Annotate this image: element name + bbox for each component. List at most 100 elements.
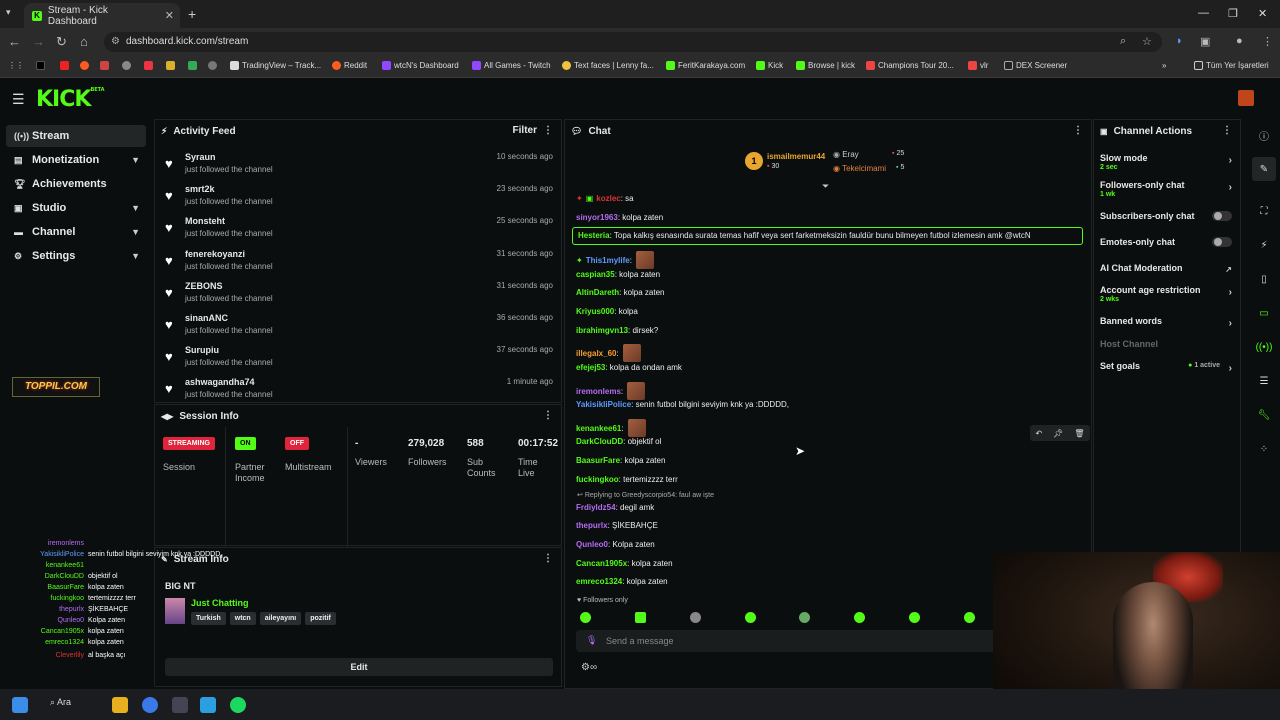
spotify-icon[interactable] bbox=[230, 697, 246, 713]
file-explorer-icon[interactable] bbox=[112, 697, 128, 713]
set-goals-item[interactable]: Set goals ● 1 active › bbox=[1100, 361, 1232, 374]
profile-icon[interactable]: ● bbox=[1236, 35, 1243, 47]
sidebar-item-stream[interactable]: ((•)) Stream bbox=[6, 125, 146, 147]
chat-username[interactable]: emreco1324 bbox=[576, 577, 622, 586]
apps-rail-icon[interactable]: ⁘ bbox=[1252, 437, 1276, 461]
follower-name[interactable]: sinanANC bbox=[185, 313, 228, 323]
chat-username[interactable]: kenankee61 bbox=[576, 424, 621, 433]
sidebar-item-monetization[interactable]: ▤ Monetization ▼ bbox=[6, 149, 146, 171]
chat-message[interactable]: BaasurFare: kolpa zaten bbox=[576, 456, 665, 465]
chat-message[interactable]: ✦ This1mylife: bbox=[576, 251, 654, 269]
bookmark-text-faces[interactable]: Text faces | Lenny fa... bbox=[562, 61, 654, 70]
zoom-icon[interactable]: ⌕ bbox=[1120, 35, 1126, 48]
follower-name[interactable]: Syraun bbox=[185, 152, 216, 162]
bookmark-gmail-icon[interactable] bbox=[100, 61, 109, 70]
chat-message[interactable]: caspian35: kolpa zaten bbox=[576, 270, 660, 279]
bookmark-globe-icon[interactable] bbox=[122, 61, 131, 70]
bookmark-browse-kick[interactable]: Browse | kick bbox=[796, 61, 855, 70]
bookmark-wtcn-dashboard[interactable]: wtcN's Dashboard bbox=[382, 61, 459, 70]
pin-icon[interactable]: 📌︎ bbox=[1053, 429, 1063, 438]
chat-username[interactable]: This1mylife bbox=[586, 256, 630, 265]
emotes-only-toggle[interactable] bbox=[1212, 237, 1232, 247]
chat-message[interactable]: ✦ ▣ kozlec: sa bbox=[576, 194, 634, 203]
document-icon[interactable]: ▯ bbox=[1252, 267, 1276, 291]
filter-button[interactable]: Filter bbox=[513, 125, 537, 136]
wrench-icon[interactable]: 🔧︎ bbox=[1252, 403, 1276, 427]
bookmark-youtube-icon[interactable] bbox=[60, 61, 69, 70]
browser-menu-icon[interactable]: ⋮ bbox=[1262, 35, 1273, 48]
chat-message[interactable]: YakisikliPolice: senin futbol bilgini se… bbox=[576, 400, 789, 409]
chat-message[interactable]: Cancan1905x: kolpa zaten bbox=[576, 559, 673, 568]
emote-icon[interactable] bbox=[854, 612, 866, 623]
app-icon[interactable] bbox=[172, 697, 188, 713]
list-icon[interactable]: ☰ bbox=[1252, 369, 1276, 393]
emote-icon[interactable] bbox=[744, 612, 756, 623]
bookmark-star-icon[interactable]: ☆ bbox=[1142, 35, 1152, 48]
follower-name[interactable]: Surupiu bbox=[185, 345, 219, 355]
chat-username[interactable]: Kriyus000 bbox=[576, 307, 614, 316]
close-tab-icon[interactable]: ✕ bbox=[165, 9, 174, 22]
emote-icon[interactable] bbox=[580, 612, 591, 623]
chrome-icon[interactable] bbox=[142, 697, 158, 713]
bookmark-reddit-small-icon[interactable] bbox=[80, 61, 89, 70]
site-info-icon[interactable]: ⚙ bbox=[111, 32, 120, 52]
chat-username[interactable]: efejej53 bbox=[576, 363, 605, 372]
stream-info-menu-icon[interactable]: ⋮ bbox=[543, 553, 553, 564]
chat-username[interactable]: fuckingkoo bbox=[576, 475, 619, 484]
bookmark-kick[interactable]: Kick bbox=[756, 61, 783, 70]
info-icon[interactable]: ⓘ bbox=[1252, 123, 1276, 147]
chat-message[interactable]: kenankee61: bbox=[576, 419, 646, 437]
bookmark-tradingview[interactable]: TradingView – Track... bbox=[230, 61, 321, 70]
subscribers-only-toggle[interactable] bbox=[1212, 211, 1232, 221]
more-bookmarks-icon[interactable]: » bbox=[1162, 61, 1166, 70]
emote-icon[interactable] bbox=[634, 612, 646, 623]
broadcast-rail-icon[interactable]: ((•)) bbox=[1252, 335, 1276, 359]
bookmark-dex-screener[interactable]: DEX Screener bbox=[1004, 61, 1067, 70]
emote-icon[interactable] bbox=[909, 612, 921, 623]
chat-rail-icon[interactable]: ▭ bbox=[1252, 301, 1276, 325]
chat-menu-icon[interactable]: ⋮ bbox=[1073, 125, 1083, 136]
session-info-menu-icon[interactable]: ⋮ bbox=[543, 410, 553, 421]
chat-username[interactable]: Qunleo0 bbox=[576, 540, 608, 549]
bookmark-globe2-icon[interactable] bbox=[208, 61, 217, 70]
chat-message[interactable]: ibrahimgvn13: dirsek? bbox=[576, 326, 658, 335]
taskbar-search[interactable]: ⌕ Ara bbox=[50, 697, 71, 708]
bookmark-feritkarakaya[interactable]: FeritKarakaya.com bbox=[666, 61, 745, 70]
user-avatar[interactable] bbox=[1238, 90, 1254, 106]
bookmark-reddit[interactable]: Reddit bbox=[332, 61, 367, 70]
sidebar-item-channel[interactable]: ▬ Channel ▼ bbox=[6, 221, 146, 243]
forward-icon[interactable]: → bbox=[32, 34, 45, 49]
account-age-item[interactable]: Account age restriction 2 wks › bbox=[1100, 285, 1232, 303]
sidebar-item-studio[interactable]: ▣ Studio ▼ bbox=[6, 197, 146, 219]
sidebar-item-achievements[interactable]: 🏆︎ Achievements bbox=[6, 173, 146, 195]
bookmark-all-games-twitch[interactable]: All Games - Twitch bbox=[472, 61, 551, 70]
follower-name[interactable]: ashwagandha74 bbox=[185, 377, 255, 387]
back-icon[interactable]: ← bbox=[8, 34, 21, 49]
ai-moderation-item[interactable]: AI Chat Moderation ↗ bbox=[1100, 263, 1232, 274]
tab-search-icon[interactable]: ▾ bbox=[6, 7, 11, 18]
chat-username[interactable]: thepurlx bbox=[576, 521, 608, 530]
chat-username[interactable]: illegalx_60 bbox=[576, 349, 616, 358]
slow-mode-item[interactable]: Slow mode 2 sec › bbox=[1100, 153, 1232, 171]
chat-username[interactable]: caspian35 bbox=[576, 270, 615, 279]
bookmark-champions-tour[interactable]: Champions Tour 20... bbox=[866, 61, 954, 70]
chat-message[interactable]: Qunleo0: Kolpa zaten bbox=[576, 540, 655, 549]
emote-icon[interactable] bbox=[963, 612, 975, 623]
follower-name[interactable]: smrt2k bbox=[185, 184, 215, 194]
telegram-icon[interactable] bbox=[200, 697, 216, 713]
chat-message[interactable]: illegalx_60: bbox=[576, 344, 641, 362]
follower-name[interactable]: fenerekoyanzi bbox=[185, 249, 245, 259]
chat-username[interactable]: DarkClouDD bbox=[576, 437, 623, 446]
bookmark-green-icon[interactable] bbox=[188, 61, 197, 70]
screen-icon[interactable]: ⛶ bbox=[1252, 199, 1276, 223]
followers-only-item[interactable]: Followers-only chat 1 wk › bbox=[1100, 180, 1232, 198]
follower-name[interactable]: ZEBONS bbox=[185, 281, 223, 291]
collapse-leaderboard-icon[interactable]: ⏷ bbox=[822, 181, 829, 192]
chat-message[interactable]: thepurlx: ŞİKEBAHÇE bbox=[576, 521, 658, 530]
browser-tab[interactable]: K Stream - Kick Dashboard ✕ bbox=[24, 3, 180, 28]
sidebar-item-settings[interactable]: ⚙ Settings ▼ bbox=[6, 245, 146, 267]
emote-icon[interactable] bbox=[689, 612, 701, 623]
channel-actions-menu-icon[interactable]: ⋮ bbox=[1222, 125, 1232, 136]
delete-icon[interactable]: 🗑︎ bbox=[1074, 429, 1084, 438]
extensions-puzzle-icon[interactable]: ▣ bbox=[1200, 35, 1210, 48]
